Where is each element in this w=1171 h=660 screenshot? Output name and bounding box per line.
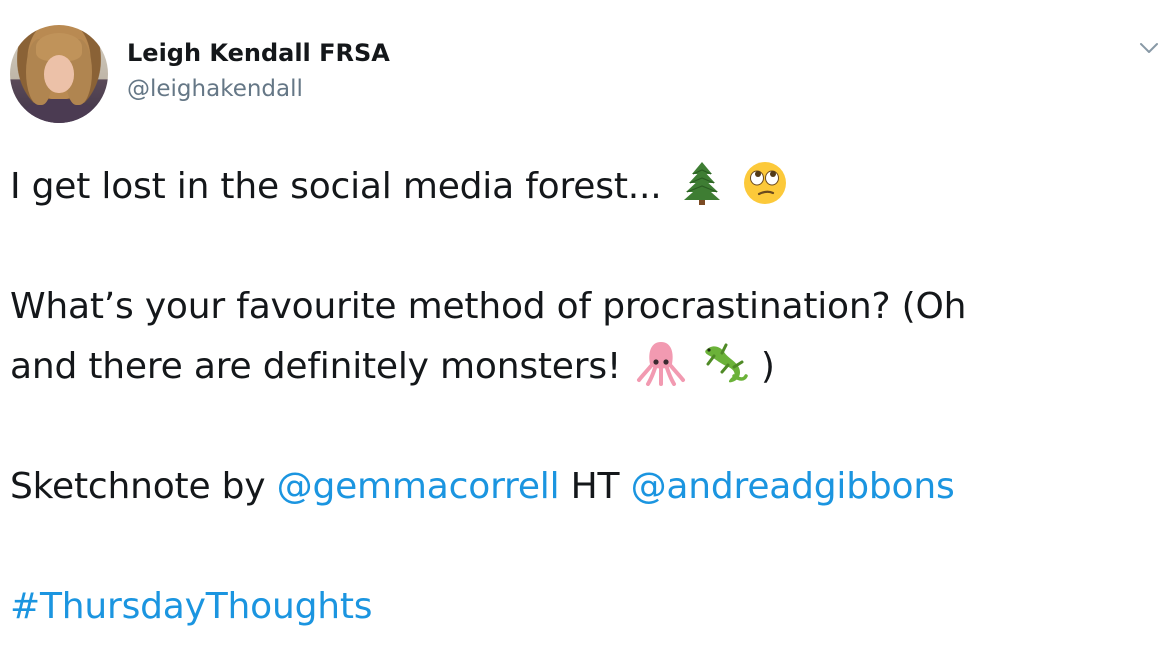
user-info: Leigh Kendall FRSA @leighakendall <box>127 25 390 123</box>
tweet-text-segment: What’s your favourite method of procrast… <box>10 286 967 327</box>
tweet: Leigh Kendall FRSA @leighakendall I get … <box>0 0 1171 660</box>
mention-link[interactable]: @gemmacorrell <box>277 466 560 507</box>
tweet-text: I get lost in the social media forest... <box>10 157 1160 637</box>
evergreen-tree-icon <box>677 160 727 206</box>
hashtag-link[interactable]: #ThursdayThoughts <box>10 586 373 627</box>
tweet-line: What’s your favourite method of procrast… <box>10 277 1160 337</box>
tweet-text-segment: I get lost in the social media forest... <box>10 166 662 207</box>
tweet-text-segment: Sketchnote by <box>10 466 266 507</box>
tweet-line: Sketchnote by @gemmacorrell HT @andreadg… <box>10 457 1160 517</box>
face-with-rolling-eyes-icon <box>740 160 790 206</box>
tweet-text-segment: HT <box>570 466 620 507</box>
user-handle[interactable]: @leighakendall <box>127 74 390 104</box>
avatar[interactable] <box>10 25 108 123</box>
tweet-text-segment: and there are definitely monsters! <box>10 346 622 387</box>
chevron-down-icon[interactable] <box>1139 40 1159 54</box>
display-name[interactable]: Leigh Kendall FRSA <box>127 38 390 68</box>
tweet-text-segment: ) <box>760 346 775 387</box>
tweet-header: Leigh Kendall FRSA @leighakendall <box>10 25 390 123</box>
tweet-line: I get lost in the social media forest... <box>10 157 1160 217</box>
tweet-line: #ThursdayThoughts <box>10 577 1160 637</box>
mention-link[interactable]: @andreadgibbons <box>631 466 955 507</box>
lizard-icon <box>700 340 750 386</box>
squid-icon <box>636 340 686 386</box>
tweet-line: and there are definitely monsters!) <box>10 337 1160 397</box>
